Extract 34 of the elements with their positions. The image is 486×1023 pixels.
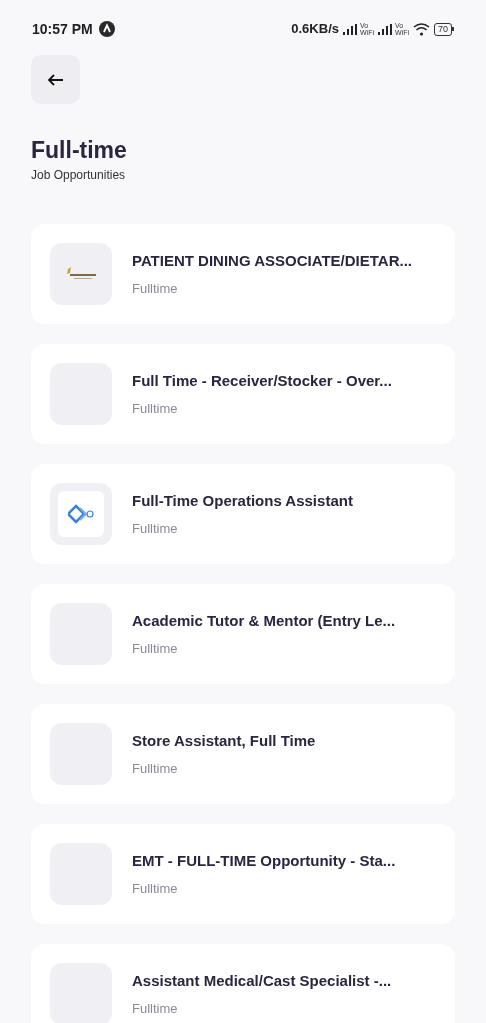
job-card[interactable]: Academic Tutor & Mentor (Entry Le... Fulltime	[31, 584, 455, 684]
job-type: Fulltime	[132, 399, 179, 418]
job-title: EMT - FULL-TIME Opportunity - Sta...	[132, 851, 396, 871]
battery-indicator: 70	[434, 22, 454, 36]
wifi-icon	[413, 22, 430, 36]
job-card[interactable]: Full-Time Operations Assistant Fulltime	[31, 464, 455, 564]
job-card[interactable]: Assistant Medical/Cast Specialist -... Fulltime	[31, 944, 455, 1023]
signal-icon	[378, 23, 392, 35]
job-type: Fulltime	[132, 639, 179, 658]
page-title: Full-time	[31, 136, 128, 164]
job-card[interactable]: PATIENT DINING ASSOCIATE/DIETAR... Fulltime	[31, 224, 455, 324]
status-time: 10:57 PM	[32, 19, 93, 39]
job-title: PATIENT DINING ASSOCIATE/DIETAR...	[132, 251, 412, 271]
job-title: Full-Time Operations Assistant	[132, 491, 353, 511]
back-button[interactable]	[31, 55, 80, 104]
logo-icon	[58, 491, 104, 537]
job-title: Full Time - Receiver/Stocker - Over...	[132, 371, 392, 391]
job-type: Fulltime	[132, 879, 179, 898]
signal-icon	[343, 23, 357, 35]
network-speed: 0.6KB/s	[291, 20, 339, 39]
logo-icon	[64, 267, 98, 281]
job-title: Academic Tutor & Mentor (Entry Le...	[132, 611, 396, 631]
app-notification-icon	[98, 21, 115, 37]
job-type: Fulltime	[132, 759, 179, 778]
job-card[interactable]: Store Assistant, Full Time Fulltime	[31, 704, 455, 804]
job-title: Assistant Medical/Cast Specialist -...	[132, 971, 392, 991]
job-card[interactable]: EMT - FULL-TIME Opportunity - Sta... Fulltime	[31, 824, 455, 924]
page-subtitle: Job Opportunities	[31, 167, 127, 184]
job-type: Fulltime	[132, 519, 179, 538]
job-type: Fulltime	[132, 999, 179, 1018]
job-title: Store Assistant, Full Time	[132, 731, 316, 751]
back-arrow-icon	[47, 73, 64, 86]
job-type: Fulltime	[132, 279, 179, 298]
job-card[interactable]: Full Time - Receiver/Stocker - Over... Fulltime	[31, 344, 455, 444]
